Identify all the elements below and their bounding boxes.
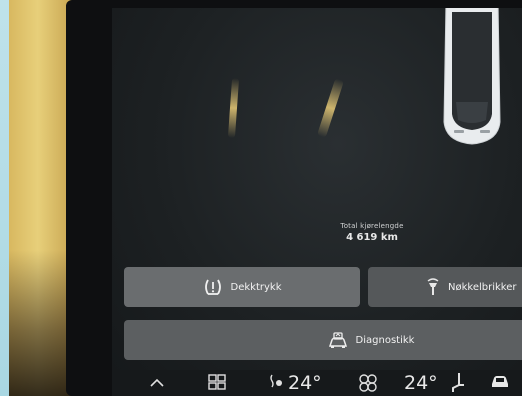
infotainment-screen: Total kjørelengde 4 619 km Dekktrykk Nøk… bbox=[112, 8, 522, 396]
odometer: Total kjørelengde 4 619 km bbox=[312, 222, 432, 243]
key-fob-icon bbox=[426, 278, 440, 296]
screen-glare bbox=[227, 77, 240, 139]
dashboard-shadow bbox=[9, 250, 73, 396]
key-fob-button[interactable]: Nøkkelbrikker bbox=[368, 267, 522, 307]
key-fob-label: Nøkkelbrikker bbox=[448, 281, 517, 293]
screen-glare bbox=[316, 78, 345, 138]
odometer-label: Total kjørelengde bbox=[340, 222, 404, 230]
home-icon[interactable] bbox=[150, 378, 164, 392]
diagnostics-icon bbox=[328, 331, 348, 349]
seat-icon[interactable] bbox=[450, 371, 466, 393]
climate-bar: 24° 24° bbox=[112, 370, 522, 396]
tire-pressure-icon bbox=[203, 278, 223, 296]
left-temperature[interactable]: 24° bbox=[288, 372, 322, 394]
tire-pressure-button[interactable]: Dekktrykk bbox=[124, 267, 360, 307]
right-temperature[interactable]: 24° bbox=[404, 372, 438, 394]
odometer-value: 4 619 km bbox=[346, 232, 398, 243]
seat-heat-icon[interactable] bbox=[268, 373, 284, 393]
diagnostics-button[interactable]: Diagnostikk bbox=[124, 320, 522, 360]
background-edge bbox=[0, 0, 9, 396]
app-grid-icon[interactable] bbox=[208, 374, 226, 390]
car-top-view bbox=[440, 8, 504, 148]
diagnostics-label: Diagnostikk bbox=[355, 334, 415, 346]
tire-pressure-label: Dekktrykk bbox=[230, 281, 282, 293]
car-icon[interactable] bbox=[490, 374, 510, 388]
fan-icon[interactable] bbox=[358, 373, 378, 393]
